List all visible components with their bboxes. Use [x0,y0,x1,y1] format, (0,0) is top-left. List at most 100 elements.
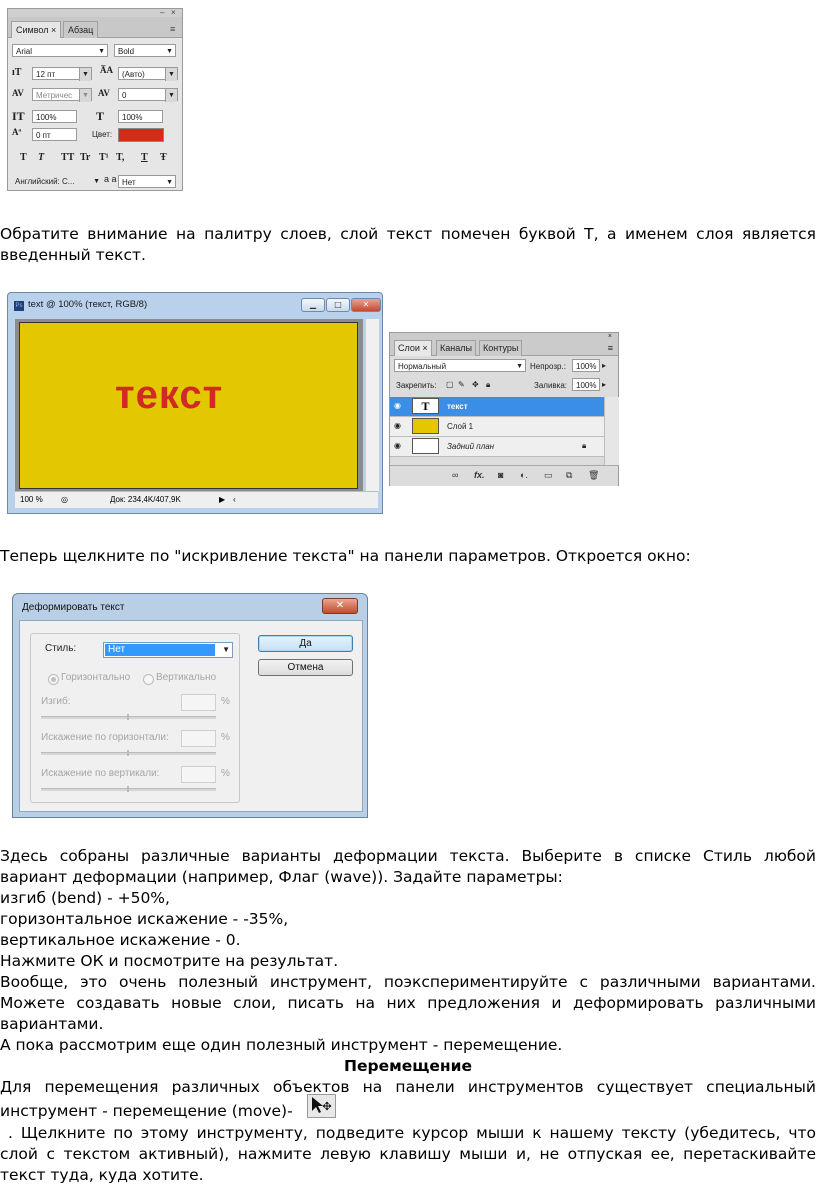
bend-percent: % [221,696,230,707]
layer-row[interactable]: ◉ Слой 1 [390,417,604,437]
fill-label: Заливка: [534,381,568,390]
close-icon[interactable]: × [608,333,612,340]
vertical-scale-field[interactable]: 100% [32,110,77,123]
font-size-field[interactable]: 12 пт ▼ [32,67,92,81]
bend-field[interactable] [181,694,216,711]
layer-row[interactable]: ◉ Задний план 🔒︎ [390,437,604,457]
lock-all-icon[interactable]: 🔒︎ [486,380,490,390]
leading-field[interactable]: (Авто) ▼ [118,67,178,81]
vertical-scrollbar[interactable] [365,319,379,491]
new-layer-icon[interactable]: ⧉ [566,470,572,481]
eye-icon[interactable]: ◉ [394,402,404,410]
play-arrow-icon[interactable]: ▶ [219,492,225,508]
folder-icon[interactable]: ▭ [544,470,553,481]
tab-character[interactable]: Символ × [11,21,62,38]
canvas-text[interactable]: текст [115,373,223,418]
underline-button[interactable]: T [141,152,148,163]
style-select[interactable]: Нет ▼ [103,642,233,658]
vertical-distortion-label: Искажение по вертикали: [41,768,160,779]
all-caps-button[interactable]: TT [61,152,74,163]
canvas[interactable]: текст [19,322,358,489]
tracking-field[interactable]: 0 ▼ [118,88,178,102]
vertical-distortion-field[interactable] [181,766,216,783]
subscript-button[interactable]: T, [116,152,124,163]
text-color-swatch[interactable] [118,128,164,142]
tab-layers[interactable]: Слои × [394,340,432,356]
eye-icon[interactable]: ◉ [394,422,404,430]
horizontal-distortion-thumb[interactable] [127,750,129,756]
chevron-down-icon: ▼ [79,68,91,81]
baseline-shift-field[interactable]: 0 пт [32,128,77,141]
minimize-button[interactable]: ▁ [301,298,325,312]
horizontal-label: Горизонтально [61,672,131,683]
palette-menu-icon[interactable]: ≡ [170,25,175,34]
small-caps-button[interactable]: Tr [80,152,90,163]
layer-thumbnail [412,418,439,434]
fill-value: 100% [576,381,597,390]
close-button[interactable]: ✕ [351,298,381,312]
blend-mode-select[interactable]: Нормальный ▼ [394,359,526,372]
eye-icon[interactable]: ◉ [394,442,404,450]
document-window: Ps text @ 100% (текст, RGB/8) ▁ □ ✕ текс… [7,292,383,514]
layer-row[interactable]: ◉ T текст [390,397,604,417]
faux-bold-button[interactable]: T [20,152,27,163]
fill-field[interactable]: 100% [572,378,600,391]
lock-icon: 🔒︎ [582,441,587,450]
font-family-select[interactable]: Arial ▼ [12,44,108,57]
kerning-field[interactable]: Метричес ▼ [32,88,92,102]
paragraph-move-instructions: . Щелкните по этому инструменту, подведи… [0,1124,816,1184]
maximize-button[interactable]: □ [326,298,350,312]
fill-arrow-icon[interactable]: ▸ [602,380,606,389]
layer-name: Слой 1 [447,422,474,431]
tab-channels[interactable]: Каналы [436,340,476,356]
strikethrough-button[interactable]: Ŧ [160,152,167,163]
fx-icon[interactable]: fx. [474,470,485,480]
vertical-radio[interactable] [143,674,154,685]
paragraph-move-intro: А пока рассмотрим еще один полезный инст… [0,1036,563,1054]
opacity-field[interactable]: 100% [572,359,600,372]
trash-icon[interactable]: 🗑︎ [588,470,599,481]
scroll-left-icon[interactable]: ‹ [233,492,236,508]
lock-brush-icon[interactable]: ✎ [458,380,465,389]
adjustment-icon[interactable]: ◐. [520,470,528,480]
baseline-shift-value: 0 пт [36,131,51,140]
vertical-scale-icon: IT [12,109,25,123]
mask-icon[interactable]: ◙ [498,470,503,480]
chevron-down-icon: ▼ [93,178,100,185]
horizontal-radio[interactable] [48,674,59,685]
lock-transparency-icon[interactable]: ▢ [446,380,454,389]
link-icon[interactable]: ∞ [452,470,458,480]
tab-paragraph[interactable]: Абзац [63,21,99,38]
opacity-arrow-icon[interactable]: ▸ [602,361,606,370]
layers-scrollbar[interactable] [604,397,619,465]
zoom-value[interactable]: 100 % [20,492,43,508]
horizontal-distortion-field[interactable] [181,730,216,747]
superscript-button[interactable]: T¹ [99,152,109,163]
close-icon[interactable]: × [171,9,176,17]
antialias-select[interactable]: Нет ▼ [118,175,176,188]
language-select[interactable]: Английский: С... ▼ [12,175,100,188]
style-value: Нет [105,644,215,656]
minimize-icon[interactable]: – [160,9,164,17]
dialog-close-button[interactable]: ✕ [322,598,358,614]
panel-menu-icon[interactable]: ≡ [608,343,613,353]
cancel-button[interactable]: Отмена [258,659,353,676]
paragraph-experiment: Вообще, это очень полезный инструмент, п… [0,973,816,1033]
opacity-label: Непрозр.: [530,362,566,371]
horizontal-scale-icon: T [96,109,105,123]
horizontal-scale-field[interactable]: 100% [118,110,163,123]
param-bend: изгиб (bend) - +50%, [0,889,170,907]
font-family-value: Arial [16,47,33,56]
lock-move-icon[interactable]: ✥ [472,380,479,389]
paragraph-layers-note: Обратите внимание на палитру слоев, слой… [0,225,816,264]
vertical-distortion-thumb[interactable] [127,786,129,792]
chevron-down-icon: ▼ [98,48,105,55]
tab-paths[interactable]: Контуры [479,340,523,356]
ok-button[interactable]: Да [258,635,353,652]
photoshop-document-icon: Ps [14,301,24,311]
tracking-value: 0 [122,91,127,100]
font-style-select[interactable]: Bold ▼ [114,44,176,57]
bend-slider-thumb[interactable] [127,714,129,720]
faux-italic-button[interactable]: T [38,152,44,163]
status-icon: ◎ [61,495,68,504]
